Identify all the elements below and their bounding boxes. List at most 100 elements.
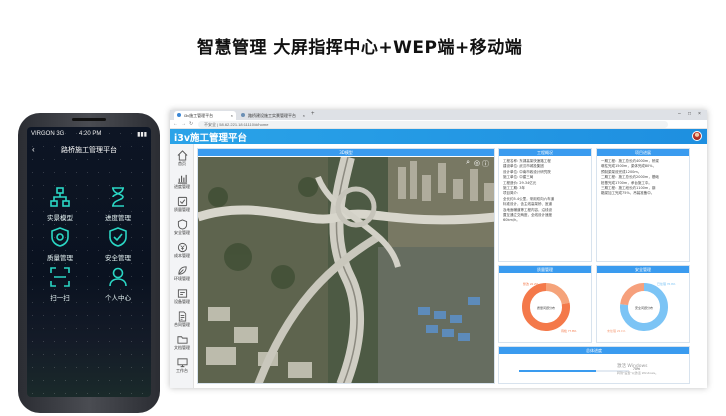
progress-fill: [519, 370, 596, 372]
hourglass-icon: [112, 187, 124, 207]
sidebar-item-workbench[interactable]: 工作台: [170, 355, 194, 377]
back-icon[interactable]: ←: [173, 121, 178, 127]
maximize-icon[interactable]: □: [688, 111, 691, 117]
menu-item-profile[interactable]: 个人中心: [93, 267, 143, 302]
project-overview-panel: 工程概况 工程名称: 东湖高架快速路工程 建设单位: 武汉市城投集团 设计单位:…: [498, 148, 592, 262]
menu-item-model[interactable]: 实景模型: [35, 187, 85, 222]
tab-strip: i3v施工管理平台 × 路桥建设施工实景管理平台 × + – □ ×: [170, 110, 707, 120]
windows-watermark: 激活 Windows: [617, 364, 648, 369]
phone-app-title: 路桥施工管理平台: [61, 146, 117, 154]
menu-item-safety[interactable]: 安全管理: [93, 227, 143, 262]
minimize-icon[interactable]: –: [678, 111, 681, 117]
windows-watermark-sub: 转到"设置"以激活 Windows。: [617, 371, 659, 375]
sidebar-item-label: 合同管理: [174, 322, 190, 327]
panel-title: 3D模型: [198, 149, 494, 156]
chart-center-label: 质量问题分布: [537, 306, 556, 310]
aerial-3d-view[interactable]: ⌕ ◎ ⓘ: [198, 157, 494, 383]
menu-item-quality[interactable]: 质量管理: [35, 227, 85, 262]
reload-icon[interactable]: ↻: [189, 121, 193, 127]
forward-icon[interactable]: →: [181, 121, 186, 127]
shield-icon: [51, 227, 69, 247]
scan-icon: [50, 267, 70, 287]
phone-screen: VIRGON 3G 4:20 PM ▮▮▮ ‹ 路桥施工管理平台 实景模型 进度…: [27, 127, 151, 397]
sidebar-item-environment[interactable]: 环境管理: [170, 263, 194, 285]
browser-window: i3v施工管理平台 × 路桥建设施工实景管理平台 × + – □ × ← → ↻…: [170, 110, 707, 388]
menu-item-label: 个人中心: [105, 294, 131, 302]
sidebar-item-quality[interactable]: 质量管理: [170, 194, 194, 216]
menu-item-label: 进度管理: [105, 214, 131, 222]
address-bar: ← → ↻ 不安全 | 58.62.221.18:11110/#/home: [170, 120, 707, 129]
legend-label-a: 已处理 76.9%: [657, 282, 676, 286]
close-window-icon[interactable]: ×: [698, 111, 701, 117]
phone-status-bar: VIRGON 3G 4:20 PM ▮▮▮: [27, 131, 151, 141]
clock-label: 4:20 PM: [79, 131, 102, 137]
close-tab-icon[interactable]: ×: [231, 111, 233, 120]
close-tab-icon[interactable]: ×: [303, 111, 305, 120]
hierarchy-icon: [50, 187, 70, 207]
menu-item-label: 实景模型: [47, 214, 73, 222]
sidebar-item-cost[interactable]: 成本管理: [170, 240, 194, 262]
chart-center-label: 安全问题分布: [635, 306, 654, 310]
sidebar-item-progress[interactable]: 进度管理: [170, 171, 194, 193]
menu-item-progress[interactable]: 进度管理: [93, 187, 143, 222]
progress-track: [519, 370, 629, 372]
starfield-background: [27, 127, 151, 397]
new-tab-button[interactable]: +: [311, 111, 315, 117]
layers-icon[interactable]: ◎: [474, 159, 480, 167]
menu-item-label: 质量管理: [47, 254, 73, 262]
project-info-text: 工程名称: 东湖高架快速路工程 建设单位: 武汉市城投集团 设计单位: 中南市政…: [503, 159, 555, 223]
shield-icon: [177, 219, 187, 230]
phone-mockup: VIRGON 3G 4:20 PM ▮▮▮ ‹ 路桥施工管理平台 实景模型 进度…: [18, 113, 160, 413]
aerial-city-image: [198, 157, 494, 383]
legend-label-b: 待检 77.8%: [561, 329, 577, 333]
panel-title: 工程概况: [499, 149, 591, 156]
quality-icon: [177, 196, 187, 207]
url-field[interactable]: 不安全 | 58.62.221.18:11110/#/home: [198, 121, 668, 128]
bar-chart-icon: [177, 174, 187, 184]
menu-item-scan[interactable]: 扫一扫: [35, 267, 85, 302]
tab-bridge[interactable]: 路桥建设施工实景管理平台 ×: [238, 111, 308, 120]
shield-check-icon: [109, 227, 127, 247]
monitor-icon: [176, 358, 188, 368]
sidebar-item-label: 进度管理: [174, 184, 190, 189]
model-panel: 3D模型 ⌕ ◎ ⓘ: [197, 148, 495, 384]
user-icon: [109, 267, 127, 287]
device-icon: [177, 289, 187, 298]
panel-title: 项目进展: [597, 149, 689, 156]
sidebar-item-label: 文档管理: [174, 345, 190, 350]
overall-progress-panel: 总体进度 70% 激活 Windows 转到"设置"以激活 Windows。: [498, 346, 690, 384]
sidebar-item-label: 质量管理: [174, 207, 190, 212]
sidebar-item-label: 设备管理: [174, 299, 190, 304]
sidebar-item-label: 首页: [178, 161, 186, 166]
sidebar-item-safety[interactable]: 安全管理: [170, 217, 194, 239]
sidebar-item-device[interactable]: 设备管理: [170, 286, 194, 308]
quality-panel: 质量管理 整改 22.2% 待检 77.8% 质量问题分布: [498, 265, 592, 343]
favicon-icon: [241, 113, 245, 117]
leaf-icon: [177, 266, 187, 275]
carrier-label: VIRGON 3G: [31, 131, 65, 137]
sidebar-item-label: 成本管理: [174, 253, 190, 258]
app-title: i3v施工管理平台: [174, 133, 248, 144]
sidebar-item-label: 工作台: [176, 368, 188, 373]
progress-info-text: 一期工程：施工总长约4000m，桥梁 墩柱完成1500m，梁体完成80%， 预制…: [601, 159, 659, 196]
avatar[interactable]: [692, 131, 702, 141]
panel-title: 总体进度: [499, 347, 689, 354]
sidebar-item-contract[interactable]: 合同管理: [170, 309, 194, 331]
legend-label-a: 整改 22.2%: [523, 282, 539, 286]
tab-label: 路桥建设施工实景管理平台: [248, 113, 296, 118]
search-icon[interactable]: ⌕: [466, 159, 470, 167]
phone-speaker: [72, 118, 106, 121]
panel-title: 安全管理: [597, 266, 689, 273]
tab-platform[interactable]: i3v施工管理平台 ×: [174, 111, 236, 120]
menu-item-label: 安全管理: [105, 254, 131, 262]
sidebar-item-home[interactable]: 首页: [170, 148, 194, 170]
sidebar-item-documents[interactable]: 文档管理: [170, 332, 194, 354]
project-progress-panel: 项目进展 一期工程：施工总长约4000m，桥梁 墩柱完成1500m，梁体完成80…: [596, 148, 690, 262]
menu-item-label: 扫一扫: [50, 294, 70, 302]
tab-label: i3v施工管理平台: [184, 113, 214, 118]
contract-icon: [178, 311, 186, 322]
home-icon: [177, 150, 187, 161]
page-heading: 智慧管理 大屏指挥中心+WEP端+移动端: [197, 38, 523, 58]
sidebar-item-label: 安全管理: [174, 230, 190, 235]
info-icon[interactable]: ⓘ: [482, 159, 489, 169]
